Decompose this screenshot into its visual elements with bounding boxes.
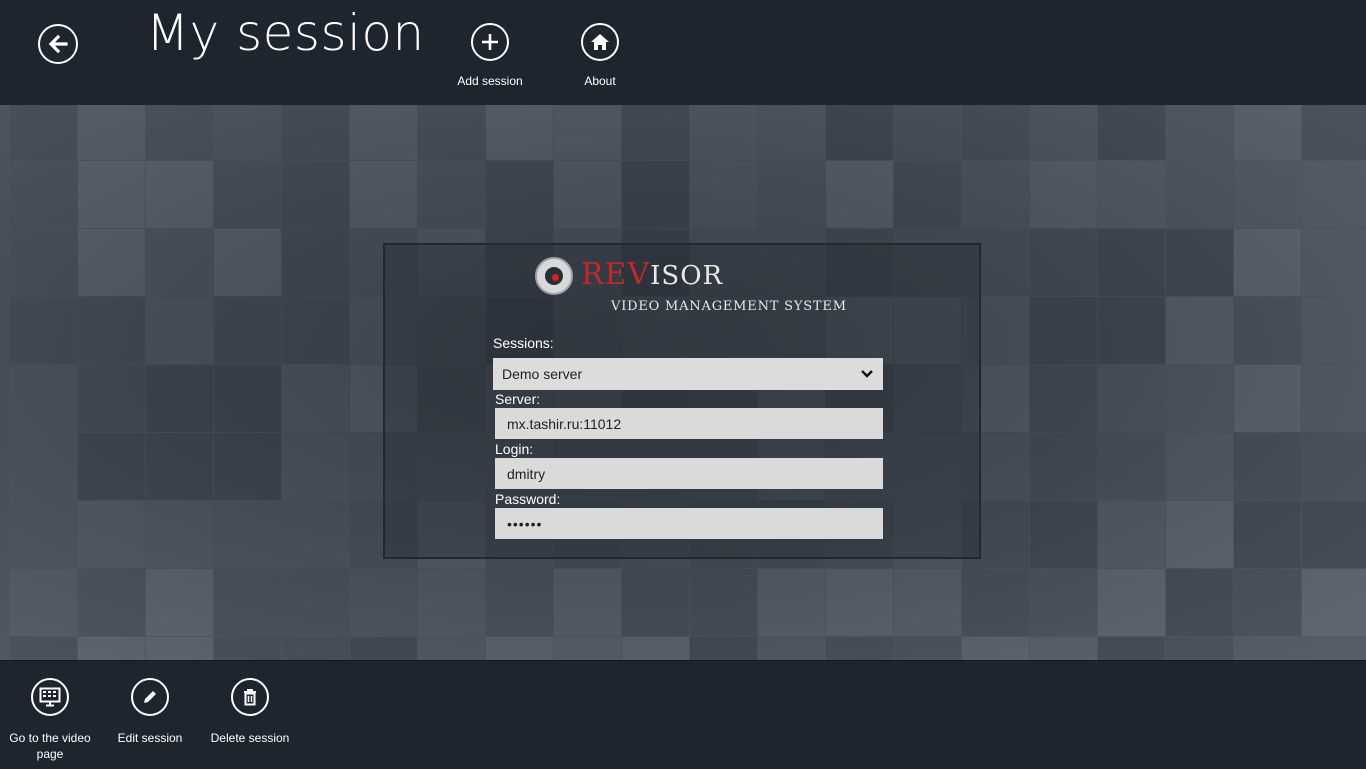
password-input[interactable] <box>495 508 883 539</box>
trash-icon <box>231 678 269 716</box>
go-to-video-page-label: Go to the video page <box>9 731 91 761</box>
logo-subtitle: VIDEO MANAGEMENT SYSTEM <box>611 299 847 314</box>
sessions-dropdown[interactable]: Demo server <box>493 358 883 390</box>
revisor-logo: REVISOR VIDEO MANAGEMENT SYSTEM <box>535 255 846 315</box>
login-panel: REVISOR VIDEO MANAGEMENT SYSTEM Sessions… <box>383 243 981 559</box>
page-title: My session <box>146 4 425 62</box>
add-session-label: Add session <box>457 74 523 88</box>
back-arrow-icon <box>48 34 68 54</box>
back-button[interactable] <box>38 24 78 64</box>
sessions-selected-value: Demo server <box>502 366 583 382</box>
login-label: Login: <box>495 441 534 457</box>
edit-session-label: Edit session <box>117 731 183 745</box>
password-label: Password: <box>495 491 561 507</box>
monitor-icon <box>31 678 69 716</box>
chevron-down-icon <box>861 370 873 378</box>
sessions-label: Sessions: <box>493 335 554 351</box>
login-input[interactable] <box>495 458 883 489</box>
server-label: Server: <box>495 391 541 407</box>
main-content: REVISOR VIDEO MANAGEMENT SYSTEM Sessions… <box>0 105 1366 660</box>
add-session-button[interactable]: Add session <box>440 23 540 89</box>
home-icon <box>581 23 619 61</box>
pencil-icon <box>131 678 169 716</box>
top-app-bar: My session Add session About <box>0 0 1366 105</box>
delete-session-button[interactable]: Delete session <box>200 678 300 746</box>
server-input[interactable] <box>495 408 883 439</box>
go-to-video-page-button[interactable]: Go to the video page <box>0 678 100 762</box>
lens-dot <box>552 274 559 281</box>
about-label: About <box>584 74 616 88</box>
delete-session-label: Delete session <box>210 731 290 745</box>
plus-icon <box>471 23 509 61</box>
about-button[interactable]: About <box>550 23 650 89</box>
bottom-app-bar: Go to the video page Edit session Delete… <box>0 660 1366 769</box>
logo-wordmark: REVISOR <box>581 257 724 292</box>
edit-session-button[interactable]: Edit session <box>100 678 200 746</box>
